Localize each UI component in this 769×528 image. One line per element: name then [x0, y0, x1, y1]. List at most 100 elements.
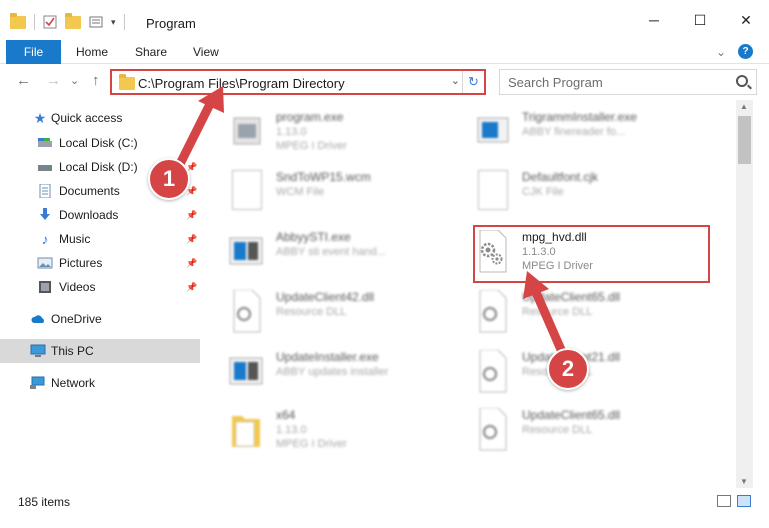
- quick-access-toolbar: ▾: [10, 12, 125, 30]
- app-icon: [233, 117, 261, 145]
- folder-icon: [232, 416, 260, 447]
- expand-ribbon-icon[interactable]: ⌄: [716, 45, 726, 59]
- pin-icon[interactable]: 📌: [186, 282, 197, 293]
- file-type: WCM File: [276, 186, 325, 198]
- scroll-down-icon[interactable]: ▼: [740, 477, 748, 486]
- documents-icon: [39, 184, 51, 198]
- address-bar[interactable]: C:\Program Files\Program Directory ⌄ ↻: [110, 69, 486, 95]
- downloads-icon: [40, 208, 50, 220]
- sidebar-item-label: Local Disk (C:): [59, 136, 138, 150]
- folder-icon: [119, 74, 135, 90]
- installer-icon: [229, 357, 263, 385]
- vertical-scrollbar[interactable]: ▲ ▼: [736, 100, 753, 488]
- file-item[interactable]: Defaultfont.cjk CJK File: [474, 170, 714, 230]
- pictures-icon: [37, 257, 53, 269]
- file-item[interactable]: UpdateClient42.dll Resource DLL: [228, 290, 468, 350]
- tab-view[interactable]: View: [193, 45, 219, 59]
- details-view-icon[interactable]: [717, 495, 731, 507]
- search-icon[interactable]: [736, 75, 748, 87]
- sidebar-item-this-pc[interactable]: This PC: [0, 339, 200, 363]
- file-item[interactable]: UpdateClient21.dll Resource DLL: [474, 350, 714, 410]
- onedrive-icon: [31, 315, 44, 323]
- up-button[interactable]: ↑: [92, 72, 100, 89]
- sidebar-item-label: Network: [51, 376, 96, 390]
- help-icon[interactable]: ?: [738, 44, 753, 59]
- scroll-up-icon[interactable]: ▲: [740, 102, 748, 111]
- installer-icon: [229, 237, 263, 265]
- file-type: Resource DLL: [276, 306, 347, 318]
- divider: [34, 14, 35, 30]
- pin-icon[interactable]: 📌: [186, 234, 197, 245]
- file-version: 1.13.0: [276, 126, 307, 138]
- item-count: 185 items: [18, 495, 71, 509]
- file-item[interactable]: SndToWP15.wcm WCM File: [228, 170, 468, 230]
- file-description: MPEG I Driver: [276, 438, 347, 450]
- sidebar-item-videos[interactable]: Videos 📌: [0, 275, 200, 299]
- sidebar-item-music[interactable]: ♪ Music 📌: [0, 227, 200, 251]
- recent-locations-button[interactable]: ⌄: [70, 74, 79, 87]
- sidebar-item-pictures[interactable]: Pictures 📌: [0, 251, 200, 275]
- callout-step-1: 1: [148, 158, 190, 200]
- properties-icon[interactable]: [43, 15, 57, 29]
- pin-icon[interactable]: 📌: [186, 258, 197, 269]
- sidebar-item-label: This PC: [51, 344, 94, 358]
- back-button[interactable]: ←: [16, 72, 31, 89]
- dll-gear-icon: [479, 408, 507, 451]
- dll-gear-icon: [479, 290, 507, 333]
- file-item[interactable]: UpdateInstaller.exe ABBY updates install…: [228, 350, 468, 410]
- ribbon-tabs: File Home Share View ⌄ ?: [0, 40, 769, 64]
- network-icon: [30, 376, 45, 389]
- divider: [123, 14, 125, 30]
- file-type: Resource DLL: [522, 306, 593, 318]
- window-title: Program: [146, 16, 196, 31]
- sidebar-item-label: Videos: [59, 280, 96, 294]
- tab-file[interactable]: File: [6, 40, 61, 64]
- sidebar-item-network[interactable]: Network: [0, 371, 200, 395]
- sidebar-item-label: Downloads: [59, 208, 119, 222]
- file-item[interactable]: x64 1.13.0 MPEG I Driver: [228, 408, 468, 468]
- file-description: ABBY updates installer: [276, 366, 389, 378]
- maximize-button[interactable]: ☐: [677, 0, 723, 40]
- folder-icon: [10, 12, 26, 29]
- file-item[interactable]: AbbyySTI.exe ABBY sti event hand...: [228, 230, 468, 290]
- file-name: program.exe: [276, 110, 344, 124]
- address-path[interactable]: C:\Program Files\Program Directory: [138, 76, 345, 91]
- customize-toolbar-icon[interactable]: [89, 15, 103, 29]
- sidebar-item-downloads[interactable]: Downloads 📌: [0, 203, 200, 227]
- callout-step-2: 2: [547, 348, 589, 390]
- title-bar: ▾ Program ─ ☐ ✕: [0, 0, 769, 40]
- sidebar-item-label: Documents: [59, 184, 120, 198]
- file-name: UpdateInstaller.exe: [276, 350, 379, 364]
- tab-home[interactable]: Home: [76, 45, 108, 59]
- new-folder-icon[interactable]: [65, 12, 81, 29]
- file-name: SndToWP15.wcm: [276, 170, 371, 184]
- forward-button[interactable]: →: [46, 72, 61, 89]
- sidebar-item-quick-access[interactable]: ★ Quick access: [0, 106, 200, 130]
- file-name: UpdateClient42.dll: [276, 290, 375, 304]
- close-button[interactable]: ✕: [723, 0, 769, 40]
- chevron-down-icon[interactable]: ▾: [111, 17, 116, 28]
- file-name: x64: [276, 408, 296, 422]
- file-item[interactable]: UpdateClient65.dll Resource DLL: [474, 290, 714, 350]
- status-bar: 185 items: [0, 490, 769, 514]
- file-icon: [228, 170, 264, 214]
- address-dropdown-icon[interactable]: ⌄: [451, 74, 460, 87]
- scrollbar-thumb[interactable]: [738, 116, 751, 164]
- tab-share[interactable]: Share: [135, 45, 167, 59]
- refresh-button[interactable]: ↻: [462, 71, 484, 93]
- file-item[interactable]: program.exe 1.13.0 MPEG I Driver: [228, 110, 468, 170]
- sidebar-item-onedrive[interactable]: OneDrive: [0, 307, 200, 331]
- minimize-button[interactable]: ─: [631, 0, 677, 40]
- file-list: program.exe 1.13.0 MPEG I Driver Trigram…: [202, 100, 736, 490]
- file-name: TrigrammInstaller.exe: [522, 110, 637, 124]
- pin-icon[interactable]: 📌: [186, 210, 197, 221]
- file-item[interactable]: UpdateClient65.dll Resource DLL: [474, 408, 714, 468]
- sidebar-item-label: Local Disk (D:): [59, 160, 138, 174]
- sidebar-item-local-disk-c[interactable]: Local Disk (C:): [0, 131, 200, 155]
- drive-icon: [38, 138, 52, 147]
- star-icon: ★: [33, 109, 47, 126]
- search-input[interactable]: Search Program: [499, 69, 757, 95]
- file-item[interactable]: TrigrammInstaller.exe ABBY finereader fo…: [474, 110, 714, 170]
- music-icon: ♪: [41, 231, 49, 247]
- large-icons-view-icon[interactable]: [737, 495, 751, 507]
